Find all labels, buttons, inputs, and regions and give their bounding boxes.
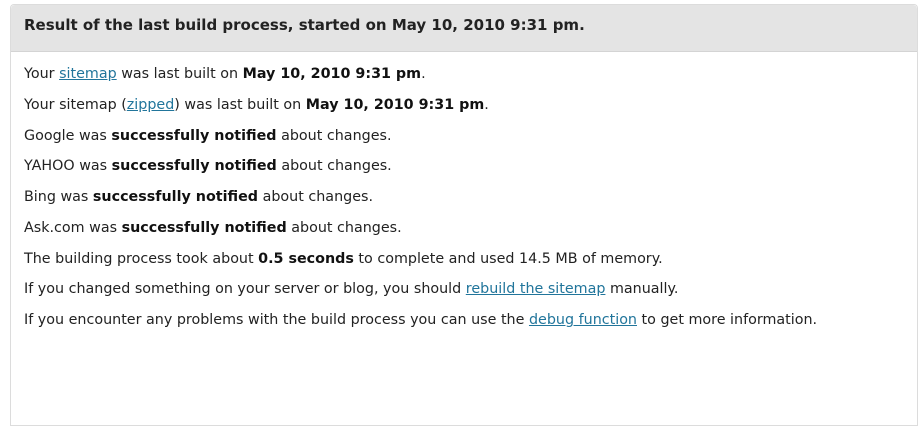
text: was last built on: [116, 66, 243, 82]
google-notify-line: Google was successfully notified about c…: [24, 127, 917, 145]
panel-title: Result of the last build process, starte…: [11, 5, 917, 52]
ask-notify-status: successfully notified: [121, 219, 287, 236]
text: .: [484, 96, 489, 113]
zipped-sitemap-status-line: Your sitemap (zipped) was last built on …: [24, 96, 917, 114]
text: .: [421, 66, 426, 82]
text: The building process took about: [24, 250, 259, 267]
rebuild-hint-line: If you changed something on your server …: [24, 280, 917, 298]
text: If you encounter any problems with the b…: [24, 312, 529, 328]
zipped-sitemap-link[interactable]: zipped: [127, 97, 175, 113]
text: If you changed something on your server …: [24, 281, 466, 298]
text: manually.: [605, 281, 679, 298]
text: about changes.: [276, 127, 392, 144]
google-notify-status: successfully notified: [111, 127, 277, 144]
build-result-panel: Result of the last build process, starte…: [10, 4, 918, 426]
panel-body: Your sitemap was last built on May 10, 2…: [11, 52, 917, 331]
text: Your: [24, 66, 60, 82]
zipped-build-date: May 10, 2010 9:31 pm: [305, 96, 485, 113]
sitemap-link[interactable]: sitemap: [59, 66, 117, 82]
bing-notify-status: successfully notified: [92, 189, 259, 205]
debug-hint-line: If you encounter any problems with the b…: [24, 309, 904, 331]
text: Bing was: [24, 189, 93, 205]
text: to get more information.: [637, 312, 818, 328]
yahoo-notify-line: YAHOO was successfully notified about ch…: [24, 157, 917, 175]
text: Google was: [24, 127, 112, 144]
text: about changes.: [286, 219, 402, 236]
sitemap-build-date: May 10, 2010 9:31 pm: [242, 66, 422, 82]
debug-function-link[interactable]: debug function: [529, 312, 637, 328]
text: about changes.: [258, 189, 373, 205]
ask-notify-line: Ask.com was successfully notified about …: [24, 219, 917, 237]
text: Ask.com was: [24, 219, 122, 236]
build-duration-value: 0.5 seconds: [258, 250, 354, 267]
text: about changes.: [276, 158, 392, 175]
build-duration-line: The building process took about 0.5 seco…: [24, 250, 917, 268]
text: to complete and used 14.5 MB of memory.: [353, 250, 663, 267]
text: Your sitemap (: [24, 96, 127, 113]
bing-notify-line: Bing was successfully notified about cha…: [24, 188, 917, 206]
rebuild-sitemap-link[interactable]: rebuild the sitemap: [466, 281, 606, 297]
sitemap-status-line: Your sitemap was last built on May 10, 2…: [24, 65, 917, 83]
text: YAHOO was: [24, 158, 112, 175]
text: ) was last built on: [174, 96, 306, 113]
yahoo-notify-status: successfully notified: [111, 158, 277, 175]
